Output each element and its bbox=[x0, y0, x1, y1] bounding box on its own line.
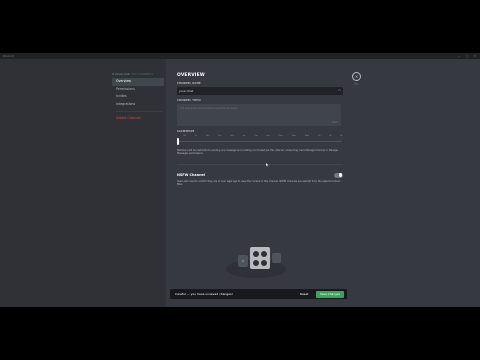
nsfw-description: Users will need to confirm they are of o… bbox=[177, 179, 341, 187]
esc-label: ESC bbox=[354, 83, 359, 86]
nsfw-row: NSFW Channel bbox=[177, 172, 343, 178]
slowmode-tick-label: 30m bbox=[304, 135, 310, 137]
channel-name-input[interactable]: your-chat 91 bbox=[177, 87, 343, 95]
channel-category: TEXT CHANNELS bbox=[131, 73, 153, 76]
slowmode-slider[interactable]: Off 5s 10s 15s 30s 1m 2m 5m 10m 15m 30m 1h 2h 6h bbox=[177, 135, 343, 147]
settings-illustration-icon bbox=[226, 247, 286, 278]
slowmode-tick-label: 2m bbox=[254, 135, 258, 137]
slowmode-label: SLOWMODE bbox=[177, 130, 195, 133]
close-icon[interactable]: ✕ bbox=[352, 72, 361, 81]
sidebar-item-integrations[interactable]: Integrations bbox=[112, 101, 164, 109]
slowmode-tick-label: 30s bbox=[230, 135, 234, 137]
channel-topic-input[interactable]: Let everyone know how to use this channe… bbox=[177, 104, 341, 126]
settings-sidebar: # server-chat TEXT CHANNELS Overview Per… bbox=[0, 59, 166, 307]
unsaved-changes-message: Careful — you have unsaved changes! bbox=[175, 292, 233, 296]
nsfw-label: NSFW Channel bbox=[177, 173, 205, 178]
window-controls[interactable]: — □ ✕ bbox=[458, 53, 478, 59]
mouse-cursor-icon bbox=[266, 163, 269, 167]
channel-name: # server-chat bbox=[112, 73, 130, 76]
slowmode-track bbox=[178, 141, 342, 142]
slowmode-handle[interactable] bbox=[177, 138, 179, 145]
reset-button[interactable]: Reset bbox=[300, 289, 308, 299]
toggle-knob bbox=[338, 173, 343, 178]
slowmode-description: Members will be restricted to sending on… bbox=[177, 149, 338, 156]
channel-name-label: CHANNEL NAME bbox=[177, 82, 201, 85]
slowmode-tick-label: 6h bbox=[340, 135, 343, 137]
slowmode-ticks: Off 5s 10s 15s 30s 1m 2m 5m 10m 15m 30m 1h 2h 6h bbox=[183, 135, 343, 137]
slowmode-tick-label: 5m bbox=[266, 135, 270, 137]
slowmode-tick-label: 1h bbox=[317, 135, 321, 137]
slowmode-tick-label: 10m bbox=[278, 135, 283, 137]
channel-name-counter: 91 bbox=[337, 89, 341, 92]
channel-name-value: your-chat bbox=[179, 89, 194, 93]
discord-window: Discord — □ ✕ # server-chat TEXT CHANNEL… bbox=[0, 53, 480, 307]
channel-topic-label: CHANNEL TOPIC bbox=[177, 99, 202, 102]
nsfw-toggle[interactable] bbox=[334, 172, 343, 178]
overview-panel: OVERVIEW CHANNEL NAME your-chat 91 CHANN… bbox=[177, 73, 345, 187]
channel-topic-placeholder: Let everyone know how to use this channe… bbox=[180, 107, 238, 110]
slowmode-tick-label: 10s bbox=[205, 135, 210, 137]
save-changes-button[interactable]: Save Changes bbox=[316, 290, 344, 298]
sidebar-divider bbox=[116, 111, 162, 112]
slowmode-tick-label: 5s bbox=[194, 135, 197, 137]
slowmode-tick-label: 15m bbox=[291, 135, 296, 137]
section-divider bbox=[177, 163, 343, 165]
sidebar-item-permissions[interactable]: Permissions bbox=[112, 86, 164, 94]
unsaved-changes-bar: Careful — you have unsaved changes! Rese… bbox=[170, 289, 347, 299]
slowmode-tick-label: 2h bbox=[329, 135, 332, 137]
page-title: OVERVIEW bbox=[177, 73, 205, 78]
delete-channel-button[interactable]: Delete Channel bbox=[112, 115, 164, 123]
sidebar-item-overview[interactable]: Overview bbox=[112, 78, 164, 86]
channel-topic-counter: 1024 bbox=[331, 121, 338, 124]
slowmode-tick-label: 1m bbox=[242, 135, 246, 137]
slowmode-tick-label: Off bbox=[183, 135, 186, 137]
sidebar-item-invites[interactable]: Invites bbox=[112, 93, 164, 101]
slowmode-tick-label: 15s bbox=[217, 135, 222, 137]
